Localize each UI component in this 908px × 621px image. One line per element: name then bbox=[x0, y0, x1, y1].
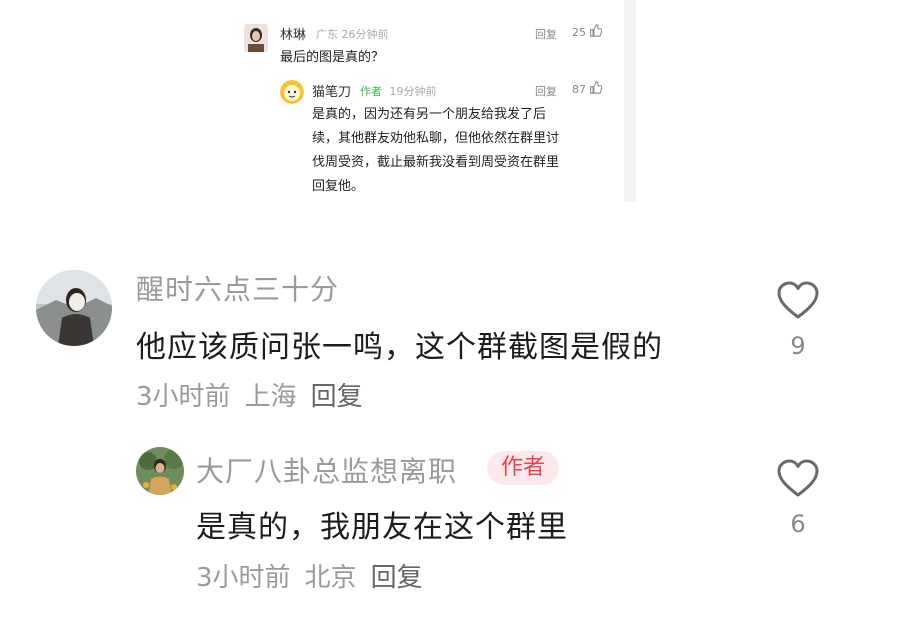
reply-username[interactable]: 猫笔刀 bbox=[312, 81, 351, 100]
avatar-linlin bbox=[244, 24, 268, 52]
reply-button[interactable]: 回复 bbox=[371, 557, 423, 594]
reply-meta: 作者 19分钟前 bbox=[360, 83, 437, 99]
comment-text: 最后的图是真的？ bbox=[280, 50, 385, 65]
comment-username[interactable]: 醒时六点三十分 bbox=[136, 268, 339, 308]
thumb-up-icon bbox=[589, 81, 603, 97]
comment-time: 3小时前 bbox=[136, 382, 231, 412]
comment-location: 广东 bbox=[316, 28, 338, 41]
comment-meta: 广东 26分钟前 bbox=[316, 26, 389, 42]
like-count: 9 bbox=[790, 332, 806, 360]
reply-time: 19分钟前 bbox=[389, 85, 437, 98]
reply-text: 是真的，因为还有另一个朋友给我发了后 续，其他群友劝他私聊，但他依然在群里讨 伐… bbox=[312, 103, 612, 199]
like-count-value: 25 bbox=[572, 25, 586, 39]
comment-text: 他应该质问张一鸣，这个群截图是假的 bbox=[136, 330, 663, 365]
comment-time: 3小时前 bbox=[196, 563, 291, 593]
reply-text-line: 是真的，因为还有另一个朋友给我发了后 bbox=[312, 107, 547, 122]
reply-button[interactable]: 回复 bbox=[535, 26, 557, 42]
like-count-value: 87 bbox=[572, 82, 586, 96]
comment-location: 北京 bbox=[304, 563, 357, 593]
comment-location: 上海 bbox=[244, 382, 297, 412]
thumb-up-icon bbox=[589, 24, 603, 40]
avatar[interactable] bbox=[36, 270, 112, 346]
comment-username[interactable]: 大厂八卦总监想离职 bbox=[196, 450, 457, 490]
embedded-screenshot: 林琳 广东 26分钟前 回复 25 最后的图是真的？ 猫笔刀 作者 19分钟前 … bbox=[228, 0, 636, 202]
avatar-maobidao bbox=[280, 80, 304, 104]
avatar[interactable] bbox=[136, 447, 184, 495]
comment-username[interactable]: 林琳 bbox=[280, 24, 306, 43]
heart-outline-icon[interactable] bbox=[776, 458, 820, 498]
comment-time: 26分钟前 bbox=[341, 28, 389, 41]
author-tag: 作者 bbox=[360, 85, 382, 98]
like-count[interactable]: 25 bbox=[572, 24, 603, 40]
reply-text-line: 伐周受资，截止最新我没看到周受资在群里 bbox=[312, 155, 560, 170]
author-badge: 作者 bbox=[487, 451, 560, 485]
like-count: 6 bbox=[790, 510, 806, 538]
embedded-scroll-edge bbox=[624, 0, 636, 202]
heart-outline-icon[interactable] bbox=[776, 280, 820, 320]
reply-button[interactable]: 回复 bbox=[311, 376, 363, 413]
reply-text-line: 回复他。 bbox=[312, 179, 365, 194]
comment-meta: 3小时前 上海 回复 bbox=[136, 376, 363, 413]
reply-text-line: 续，其他群友劝他私聊，但他依然在群里讨 bbox=[312, 131, 560, 146]
comment-meta: 3小时前 北京 回复 bbox=[196, 557, 423, 594]
like-count[interactable]: 87 bbox=[572, 81, 603, 97]
reply-button[interactable]: 回复 bbox=[535, 83, 557, 99]
comment-text: 是真的，我朋友在这个群里 bbox=[196, 510, 568, 545]
